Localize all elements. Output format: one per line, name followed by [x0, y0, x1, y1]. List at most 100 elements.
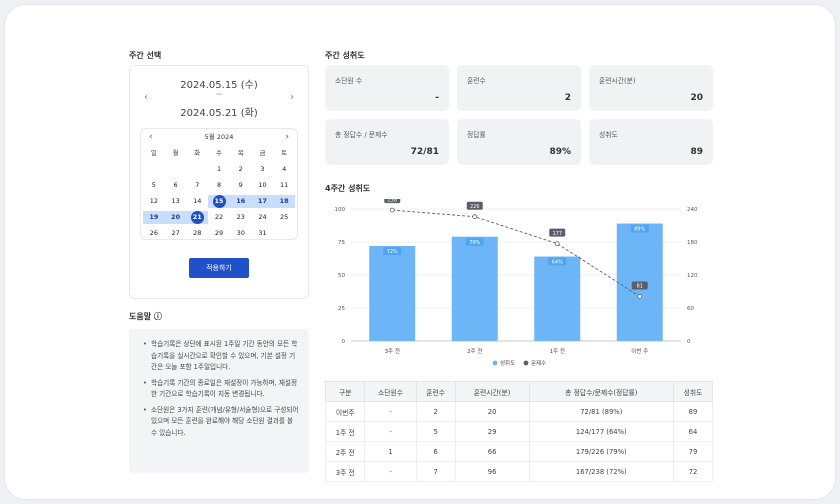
calendar-week-row: 26 27 28 29 30 31: [143, 225, 295, 241]
stat-card: 총 정답수 / 문제수 72/81: [325, 119, 449, 165]
calendar-week-row: 5 6 7 8 9 10 11: [143, 177, 295, 193]
stat-label: 정답률: [467, 131, 486, 139]
stat-value: 72/81: [410, 147, 439, 157]
prev-month-icon[interactable]: ‹: [149, 129, 153, 145]
line-point: [554, 241, 560, 247]
table-cell: 72: [673, 461, 713, 482]
stat-card: 소단원 수 -: [325, 65, 449, 111]
calendar-day[interactable]: 17: [251, 194, 274, 208]
calendar-day[interactable]: 31: [252, 227, 274, 240]
legend-marker: [523, 360, 529, 366]
app-window: 주간 선택 ‹ 2024.05.15 (수) ~ 2024.05.21 (화) …: [4, 4, 836, 500]
stat-value: 89: [690, 147, 703, 157]
calendar-day[interactable]: 27: [165, 227, 187, 240]
stat-card: 훈련수 2: [457, 65, 581, 111]
column-header: 성취도: [673, 381, 713, 402]
calendar-day[interactable]: 29: [208, 227, 230, 240]
stat-card: 훈련시간(분) 20: [589, 65, 713, 111]
calendar-day[interactable]: 12: [143, 195, 165, 208]
stat-value: -: [435, 93, 439, 103]
apply-button[interactable]: 적용하기: [189, 258, 249, 278]
column-header: 소단원수: [364, 381, 417, 402]
right-tick-label: 60: [687, 306, 694, 312]
calendar-day: [165, 163, 187, 176]
column-header: 훈련수: [415, 381, 456, 402]
bar-data-label: 72%: [387, 249, 398, 255]
right-tick-label: 180: [687, 240, 698, 246]
table-cell: 179/226 (79%): [528, 441, 675, 462]
range-end-date: 2024.05.21 (화): [180, 108, 258, 119]
calendar-day[interactable]: 20: [164, 210, 187, 224]
table-cell: -: [364, 401, 417, 422]
calendar-day[interactable]: 19: [143, 210, 165, 224]
calendar-day: [273, 227, 295, 240]
next-month-icon[interactable]: ›: [285, 129, 289, 145]
table-cell: 79: [673, 441, 713, 462]
right-panel: 주간 성취도 소단원 수- 훈련수 2 훈련시간(분) 20 총 정답수 / 문제수…: [324, 49, 713, 482]
table-cell: 29: [454, 421, 530, 442]
table-cell: 64: [673, 421, 713, 442]
line-data-label: 238: [387, 199, 397, 203]
calendar-day[interactable]: 21: [186, 210, 209, 224]
left-tick-label: 100: [335, 207, 346, 213]
calendar-day[interactable]: 26: [143, 227, 165, 240]
right-tick-label: 120: [687, 273, 698, 279]
bar: [451, 236, 498, 341]
bar-data-label: 64%: [552, 260, 563, 266]
calendar-day[interactable]: 10: [252, 179, 274, 192]
help-title: 도움말 ⓘ: [129, 312, 162, 321]
stat-card: 성취도 89: [589, 119, 713, 165]
history-table: 구분 소단원수 훈련수 훈련시간(분) 총 정답수/문제수(정답률) 성취도 이…: [324, 381, 713, 482]
calendar-day[interactable]: 25: [273, 211, 295, 224]
calendar-day[interactable]: 24: [252, 211, 274, 224]
x-tick-label: 2주 전: [467, 347, 482, 355]
calendar-day[interactable]: 8: [208, 179, 230, 192]
calendar-day[interactable]: 11: [273, 179, 295, 192]
calendar-day[interactable]: 14: [186, 195, 208, 208]
stat-card: 정답률 89%: [457, 119, 581, 165]
next-week-icon[interactable]: ›: [290, 92, 294, 103]
line-point: [637, 294, 643, 299]
table-cell: 2주 전: [324, 441, 366, 462]
weekday-label: 화: [194, 148, 201, 157]
left-tick-label: 75: [338, 240, 345, 246]
four-week-title: 4주간 성취도: [325, 184, 371, 193]
calendar-day[interactable]: 2: [230, 163, 252, 176]
bar-data-label: 79%: [469, 240, 480, 246]
stat-label: 훈련시간(분): [599, 77, 636, 85]
column-header: 총 정답수/문제수(정답률): [528, 381, 675, 402]
calendar-day[interactable]: 15: [208, 194, 230, 208]
calendar-month-label: 5월 2024: [204, 133, 234, 141]
table-cell: 1: [364, 441, 417, 462]
calendar-day[interactable]: 13: [165, 195, 187, 208]
calendar-day[interactable]: 18: [273, 194, 296, 208]
bar-data-label: 89%: [634, 227, 645, 233]
calendar-day[interactable]: 3: [252, 163, 274, 176]
calendar-day[interactable]: 1: [208, 163, 230, 176]
x-tick-label: 1주 전: [550, 347, 565, 355]
calendar-day: [143, 163, 165, 176]
calendar-day[interactable]: 9: [230, 179, 252, 192]
table-cell: 20: [454, 401, 530, 422]
calendar-day[interactable]: 23: [230, 211, 252, 224]
date-range: ‹ 2024.05.15 (수) ~ 2024.05.21 (화) ›: [130, 66, 308, 124]
table-cell: 89: [673, 401, 713, 422]
week-select-card: ‹ 2024.05.15 (수) ~ 2024.05.21 (화) › ‹ 5월…: [129, 65, 309, 299]
table-header-row: 구분 소단원수 훈련수 훈련시간(분) 총 정답수/문제수(정답률) 성취도: [324, 381, 713, 402]
calendar-day[interactable]: 28: [186, 227, 208, 240]
calendar-day: [186, 163, 208, 176]
apply-wrap: 적용하기: [130, 255, 308, 278]
calendar-day[interactable]: 30: [230, 227, 252, 240]
calendar-day[interactable]: 5: [143, 179, 165, 192]
table-cell: 이번주: [324, 401, 366, 422]
calendar-day[interactable]: 16: [229, 194, 252, 208]
right-tick-label: 0: [687, 339, 691, 345]
calendar-day[interactable]: 6: [165, 179, 187, 192]
calendar-week-row: 12 13 14 15 16 17 18: [143, 193, 296, 209]
calendar-day[interactable]: 7: [186, 179, 208, 192]
calendar-day[interactable]: 4: [273, 163, 295, 176]
calendar-day[interactable]: 22: [208, 211, 230, 224]
left-tick-label: 50: [338, 273, 345, 279]
calendar-days: 1 2 3 4 5 6 7 8 9 10 11 12 13 14 15 16 17 18 19 20 21 22 23 24 2…: [141, 161, 297, 241]
legend-label: 성취도: [500, 359, 515, 367]
